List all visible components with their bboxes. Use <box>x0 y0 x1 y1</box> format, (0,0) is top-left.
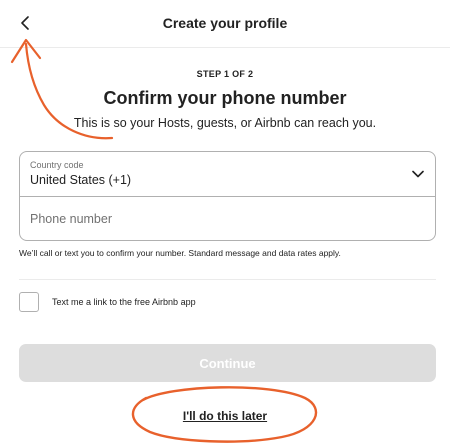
phone-number-input[interactable] <box>20 197 435 241</box>
continue-button[interactable]: Continue <box>19 344 436 382</box>
country-code-value: United States (+1) <box>30 173 132 187</box>
header: Create your profile <box>0 0 450 48</box>
subheading: This is so your Hosts, guests, or Airbnb… <box>73 116 377 130</box>
country-code-label: Country code <box>30 160 84 170</box>
page-title: Create your profile <box>162 15 288 31</box>
do-this-later-link[interactable]: I'll do this later <box>0 409 450 423</box>
country-code-select[interactable]: Country code United States (+1) <box>20 152 435 197</box>
disclaimer-text: We’ll call or text you to confirm your n… <box>19 248 341 258</box>
app-link-checkbox[interactable] <box>19 292 39 312</box>
divider <box>19 279 436 280</box>
app-link-checkbox-label[interactable]: Text me a link to the free Airbnb app <box>52 297 196 307</box>
step-indicator: STEP 1 OF 2 <box>196 69 254 79</box>
main-heading: Confirm your phone number <box>103 88 347 108</box>
phone-form-group: Country code United States (+1) <box>19 151 436 241</box>
chevron-down-icon <box>411 167 425 181</box>
